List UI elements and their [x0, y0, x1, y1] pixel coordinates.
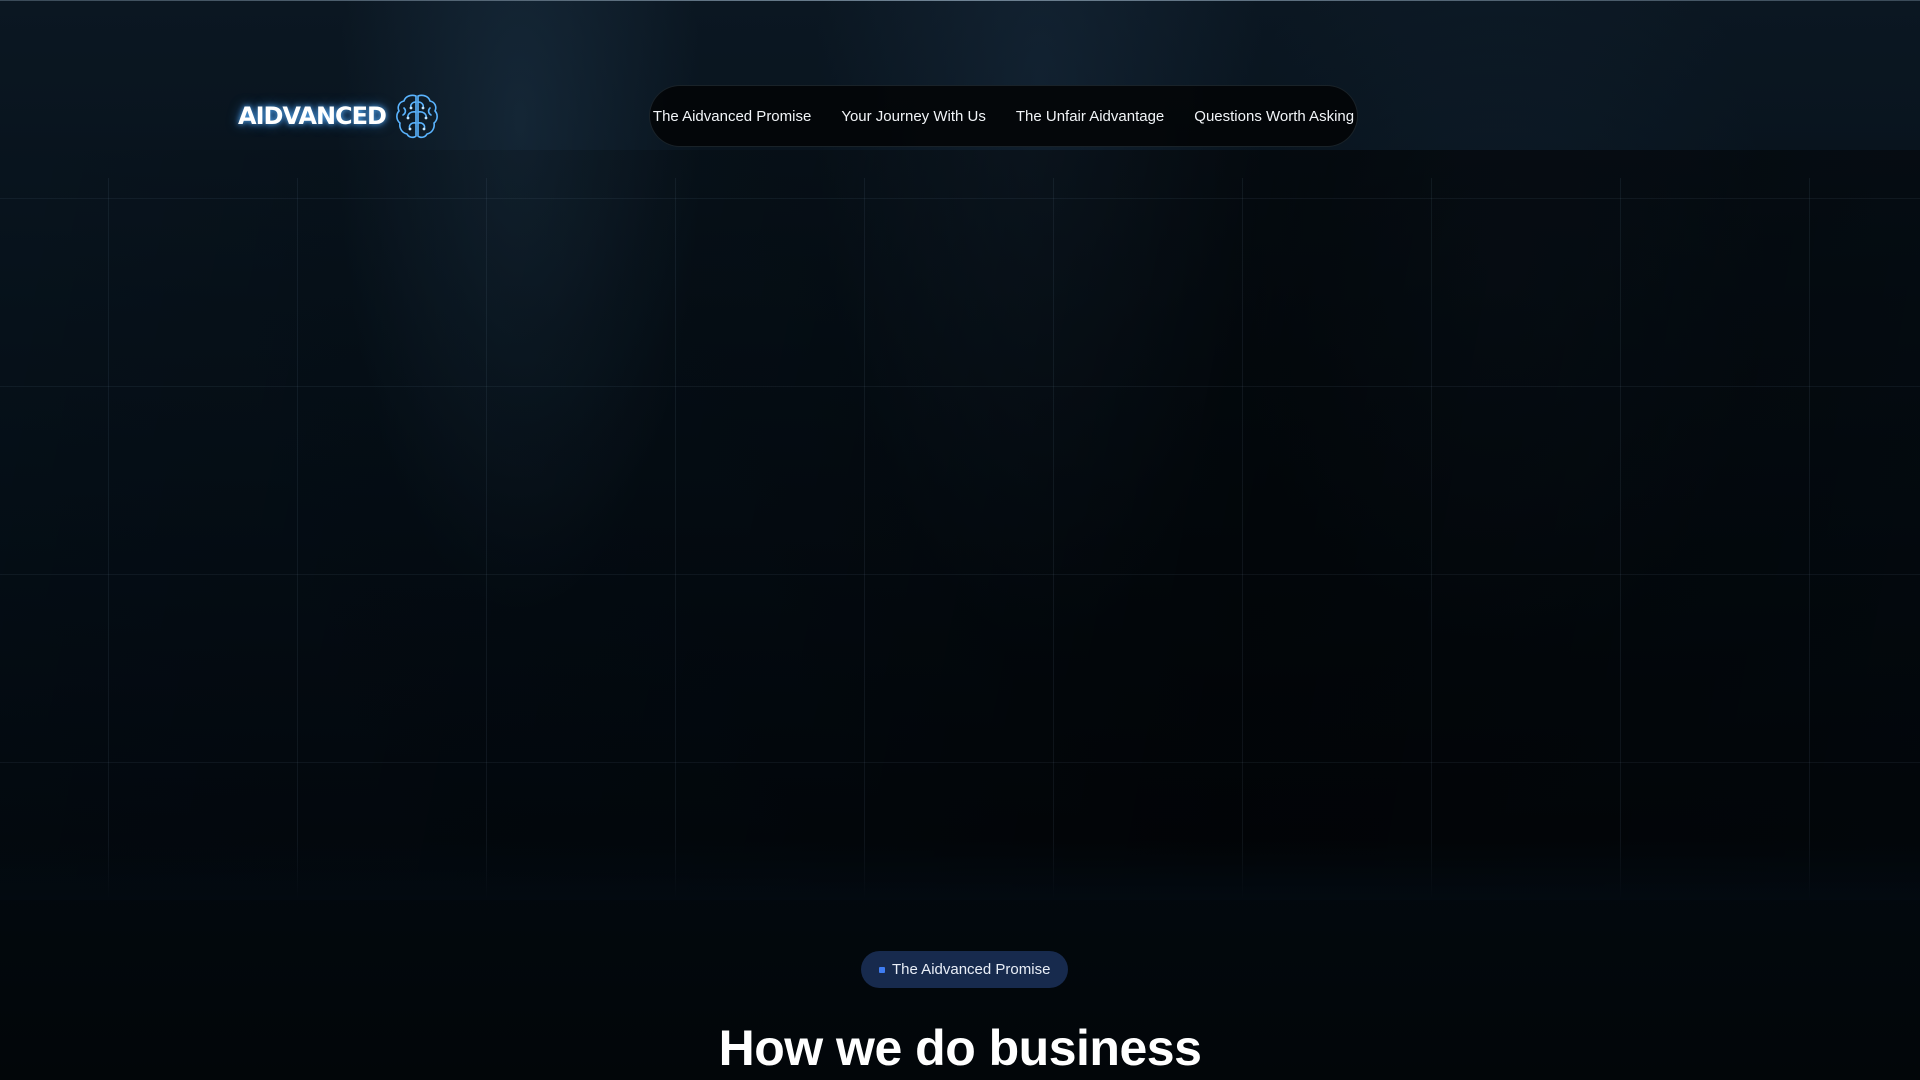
section-badge-label: The Aidvanced Promise [892, 961, 1051, 978]
page: AIDVANCED The Aidvanced Promise Your Jou… [0, 0, 1920, 1080]
brain-icon [396, 94, 438, 139]
main-nav: The Aidvanced Promise Your Journey With … [649, 85, 1358, 147]
top-divider [0, 0, 1920, 1]
nav-item-aidvanced-promise[interactable]: The Aidvanced Promise [653, 108, 811, 125]
hero-grid [0, 178, 1920, 898]
nav-item-your-journey[interactable]: Your Journey With Us [841, 108, 986, 125]
section-heading: How we do business [718, 1020, 1202, 1076]
section-badge: The Aidvanced Promise [861, 951, 1069, 988]
nav-item-questions[interactable]: Questions Worth Asking [1194, 108, 1354, 125]
brand-logo-text: AIDVANCED [238, 102, 387, 130]
hero-grid-fade [0, 840, 1920, 900]
nav-item-unfair-aidvantage[interactable]: The Unfair Aidvantage [1016, 108, 1164, 125]
brand-logo[interactable]: AIDVANCED [238, 92, 440, 140]
badge-dot-icon [879, 966, 885, 973]
